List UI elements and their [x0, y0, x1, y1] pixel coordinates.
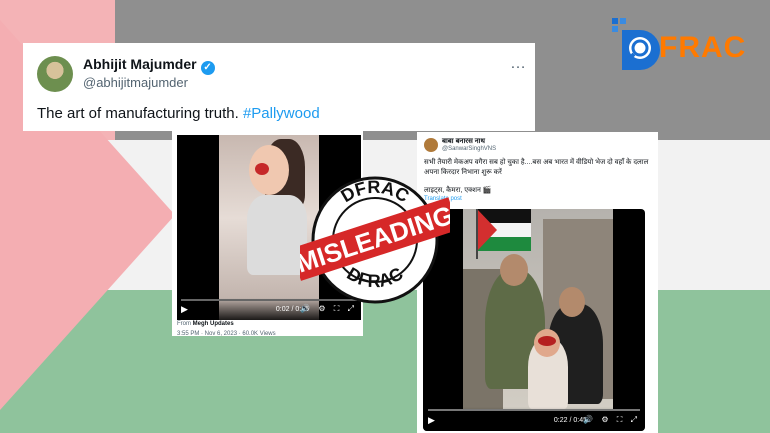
video-progress-bar[interactable] — [428, 409, 640, 411]
flag-graphic — [476, 209, 531, 259]
video-frame-person-1-head — [500, 254, 528, 286]
logo-wordmark: FRAC — [659, 31, 747, 64]
tweet-text: The art of manufacturing truth. #Pallywo… — [37, 105, 320, 122]
right-tweet-text: सभी तैयारी मेकअप वगैरा सब हो चुका है....… — [424, 159, 649, 176]
right-author-handle[interactable]: @SanwarSinghVNS — [442, 146, 496, 152]
more-options-icon[interactable]: … — [510, 55, 527, 73]
author-name-text[interactable]: Abhijit Majumder — [83, 56, 197, 72]
video-time: 0:22 / 0:45 — [553, 417, 587, 424]
video-control-icons[interactable]: 🔊 ⚙ ⛶ ⤢ — [583, 415, 640, 425]
tweet-meta: 3:55 PM · Nov 6, 2023 · 60.0K Views — [177, 331, 276, 337]
tweet-body: The art of manufacturing truth. — [37, 105, 239, 122]
video-frame-makeup — [538, 336, 556, 346]
source-account-link[interactable]: Megh Updates — [193, 321, 234, 327]
from-prefix: From — [177, 321, 191, 327]
avatar[interactable] — [37, 56, 73, 92]
video-controls-bar: ▶ 0:22 / 0:45 🔊 ⚙ ⛶ ⤢ — [423, 407, 645, 431]
misleading-stamp: DFRAC DFRAC MISLEADING — [300, 176, 450, 304]
video-frame-makeup — [255, 163, 269, 175]
right-video-player[interactable]: ▶ 0:22 / 0:45 🔊 ⚙ ⛶ ⤢ — [423, 209, 645, 431]
hashtag-link[interactable]: #Pallywood — [243, 105, 320, 122]
play-icon[interactable]: ▶ — [181, 304, 188, 315]
video-source-line: From Megh Updates — [177, 321, 234, 327]
video-frame-body — [247, 195, 307, 275]
play-icon[interactable]: ▶ — [428, 415, 435, 426]
right-author-name[interactable]: बाबा बनारस नाथ — [442, 137, 485, 146]
main-tweet-card[interactable]: Abhijit Majumder ✓ @abhijitmajumder … The… — [23, 43, 535, 131]
author-name[interactable]: Abhijit Majumder ✓ — [83, 56, 215, 75]
author-handle[interactable]: @abhijitmajumder — [83, 75, 188, 90]
video-frame-person-2-head — [559, 287, 585, 317]
check-badge-icon: ✓ — [200, 61, 215, 75]
avatar[interactable] — [424, 138, 438, 152]
